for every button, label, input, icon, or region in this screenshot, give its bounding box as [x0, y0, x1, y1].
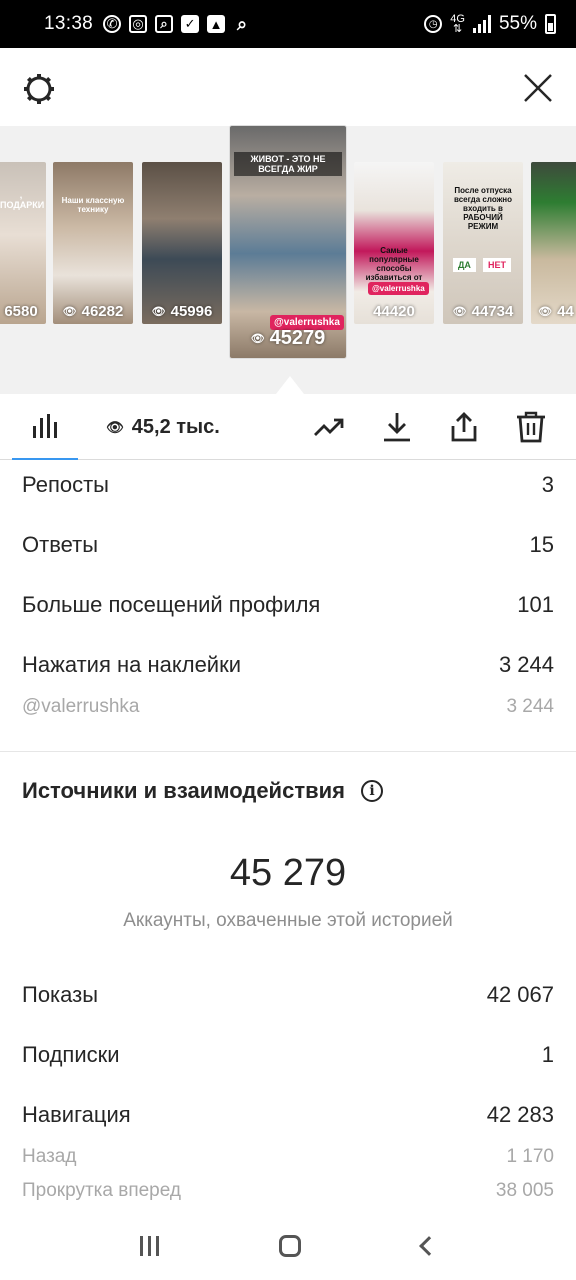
battery-icon [545, 14, 556, 34]
instagram-icon: ◎ [129, 15, 148, 33]
story-thumbnail[interactable]: 👁 45996 [142, 162, 222, 324]
metric-label: Навигация [22, 1102, 131, 1127]
metric-value: 42 283 [486, 1102, 554, 1127]
metric-value: 3 [541, 472, 554, 497]
network-type: 4G ⇅ [450, 13, 465, 35]
reach-caption: Аккаунты, охваченные этой историей [123, 910, 453, 931]
metric-row-profile-visits: Больше посещений профиля 101 [22, 592, 554, 618]
download-icon[interactable] [380, 410, 414, 444]
search-app-icon: ⌕ [155, 15, 174, 33]
views-total[interactable]: 👁 45,2 тыс. [106, 394, 220, 460]
trash-icon[interactable] [514, 410, 548, 444]
metric-value: 3 244 [498, 652, 554, 677]
metric-label: Назад [22, 1146, 77, 1167]
metric-value: 38 005 [495, 1180, 554, 1201]
story-mention-tag: @valerrushka [368, 282, 429, 295]
recent-apps-icon[interactable] [140, 1236, 160, 1256]
whatsapp-icon: ✆ [103, 15, 122, 33]
story-thumbnail[interactable]: Наши классную технику 👁 46282 [53, 162, 133, 324]
section-divider [0, 751, 576, 752]
tab-insights[interactable] [12, 394, 78, 460]
metric-label: Больше посещений профиля [22, 592, 321, 617]
status-bar: 13:38 ✆ ◎ ⌕ ✓ ▲ ⌕ ◷ 4G ⇅ 55% [0, 0, 576, 48]
story-header [0, 48, 576, 128]
metric-label: Подписки [22, 1042, 120, 1067]
metric-value: 42 067 [486, 982, 554, 1007]
trend-icon[interactable] [312, 410, 346, 444]
battery-percent: 55% [498, 13, 537, 34]
check-icon: ✓ [181, 15, 200, 33]
signal-icon [472, 15, 491, 33]
metric-value: 1 170 [506, 1146, 554, 1167]
status-time: 13:38 [44, 13, 94, 34]
home-icon[interactable] [279, 1235, 302, 1257]
sticker-mention-label: @valerrushka [22, 696, 140, 717]
share-icon[interactable] [447, 410, 481, 444]
poll-no: НЕТ [483, 258, 511, 272]
gear-icon[interactable] [22, 72, 56, 106]
metric-label: Показы [22, 982, 99, 1007]
reach-count: 45 279 [229, 852, 347, 894]
close-icon[interactable] [522, 72, 554, 104]
eye-icon: 👁 [106, 418, 124, 435]
metric-row-replies: Ответы 15 [22, 532, 554, 558]
story-thumbnail[interactable]: , ПОДАРКИ 6580 [0, 162, 46, 324]
metric-value: 1 [541, 1042, 554, 1067]
metric-value: 101 [517, 592, 554, 617]
metric-row-sticker-taps: Нажатия на наклейки 3 244 [22, 652, 554, 678]
story-thumbnail-selected[interactable]: ЖИВОТ - ЭТО НЕ ВСЕГДА ЖИР @valerrushka 👁… [230, 126, 346, 358]
system-navigation-bar [0, 1212, 576, 1280]
metric-label: Нажатия на наклейки [22, 652, 242, 677]
metric-row-navigation: Навигация 42 283 [22, 1102, 554, 1128]
selected-story-pointer [276, 376, 304, 394]
metric-value: 15 [529, 532, 554, 557]
metric-subrow-forward: Прокрутка вперед 38 005 [22, 1180, 554, 1202]
metric-label: Репосты [22, 472, 109, 497]
sticker-mention-value: 3 244 [506, 696, 554, 717]
status-left-icons: ✆ ◎ ⌕ ✓ ▲ ⌕ [103, 13, 251, 34]
story-toolbar: 👁 45,2 тыс. [0, 394, 576, 460]
info-icon[interactable]: i [360, 780, 383, 802]
metric-subrow-back: Назад 1 170 [22, 1146, 554, 1168]
metric-label: Ответы [22, 532, 99, 557]
alarm-icon: ◷ [424, 15, 443, 33]
sticker-detail-row: @valerrushka 3 244 [22, 696, 554, 718]
views-total-value: 45,2 тыс. [131, 415, 220, 438]
search-icon: ⌕ [237, 13, 248, 34]
metric-row-impressions: Показы 42 067 [22, 982, 554, 1008]
metric-row-reposts: Репосты 3 [22, 472, 554, 498]
story-thumbnail[interactable]: После отпуска всегда сложно входить в РА… [443, 162, 523, 324]
insights-bars-icon [33, 414, 57, 438]
metric-label: Прокрутка вперед [22, 1180, 181, 1201]
story-thumbnail[interactable]: Самые популярные способы избавиться от ж… [354, 162, 434, 324]
poll-yes: ДА [453, 258, 476, 272]
back-icon[interactable] [418, 1236, 439, 1256]
section-title-sources: Источники и взаимодействия i [22, 778, 383, 804]
metric-row-follows: Подписки 1 [22, 1042, 554, 1068]
story-thumbnail[interactable]: 👁 44 [531, 162, 576, 324]
image-icon: ▲ [207, 15, 226, 33]
